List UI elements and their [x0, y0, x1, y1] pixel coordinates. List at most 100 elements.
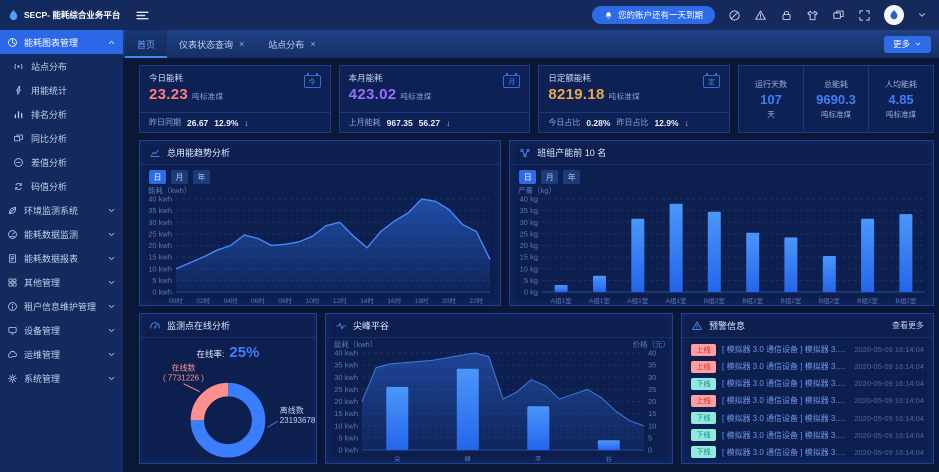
summary-value: 107 [760, 92, 782, 107]
card-header: 预警信息 查看更多 [682, 314, 933, 338]
svg-text:峰: 峰 [465, 454, 472, 463]
alert-row-1[interactable]: 上线[ 模拟器 3.0 通信设备 ] 模拟器 3.0...2020-05-09 … [691, 361, 924, 373]
alert-row-6[interactable]: 下线[ 模拟器 3.0 通信设备 ] 模拟器 3.0...2020-05-09 … [691, 446, 924, 458]
alert-time: 2020-05-09 16:14:04 [854, 362, 924, 371]
sidebar-item-5[interactable]: 租户信息维护管理 [0, 294, 123, 318]
svg-text:20 kg: 20 kg [520, 241, 538, 250]
svg-text:10: 10 [648, 421, 656, 430]
card-title: 班组产能前 10 名 [537, 146, 606, 159]
svg-text:23193678: 23193678 [280, 416, 316, 425]
trend-area-chart: 0 kwh5 kwh10 kwh15 kwh20 kwh25 kwh30 kwh… [140, 184, 500, 305]
account-notice-pill[interactable]: 您的账户还有一天到期 [592, 6, 715, 24]
summary-col-1: 总能耗9690.3吨标准煤 [803, 66, 868, 132]
share-icon [519, 147, 531, 159]
stat-footer: 昨日同期26.6712.9%↓ [140, 112, 330, 132]
tab-label: 首页 [137, 38, 155, 51]
stat-card-0: 今日能耗23.23吨标准煤今昨日同期26.6712.9%↓ [139, 65, 331, 133]
svg-text:15 kg: 15 kg [520, 253, 538, 262]
more-button[interactable]: 更多 [884, 36, 931, 53]
pie-chart-icon [7, 37, 18, 48]
teams-tab-月[interactable]: 月 [541, 170, 558, 184]
site-icon [13, 61, 24, 72]
svg-text:能耗（kwh）: 能耗（kwh） [148, 185, 191, 195]
svg-text:00时: 00时 [169, 296, 183, 305]
sidebar-subitem-0-4[interactable]: 差值分析 [0, 150, 123, 174]
alert-row-4[interactable]: 下线[ 模拟器 3.0 通信设备 ] 模拟器 3.0...2020-05-09 … [691, 412, 924, 424]
sidebar-subitem-0-2[interactable]: 排名分析 [0, 102, 123, 126]
stat-unit: 吨标准煤 [609, 92, 640, 101]
windows-icon[interactable] [832, 9, 845, 22]
svg-text:B组2室: B组2室 [857, 296, 878, 305]
svg-text:10时: 10时 [306, 296, 320, 305]
tab-0[interactable]: 首页 [125, 30, 167, 58]
chevron-down-icon [107, 254, 116, 263]
trend-tab-年[interactable]: 年 [193, 170, 210, 184]
svg-text:16时: 16时 [388, 296, 402, 305]
svg-text:02时: 02时 [196, 296, 210, 305]
svg-text:30 kwh: 30 kwh [148, 218, 172, 227]
view-more-link[interactable]: 查看更多 [892, 320, 924, 331]
sidebar-subitem-0-5[interactable]: 码值分析 [0, 174, 123, 198]
lock-icon[interactable] [780, 9, 793, 22]
alert-row-3[interactable]: 上线[ 模拟器 3.0 通信设备 ] 模拟器 3.0...2020-05-09 … [691, 395, 924, 407]
tab-2[interactable]: 站点分布× [256, 30, 327, 58]
fullscreen-icon[interactable] [858, 9, 871, 22]
chevron-down-icon[interactable] [917, 10, 927, 20]
stat-card-top: 今日能耗23.23吨标准煤今 [140, 66, 330, 112]
tab-close-icon[interactable]: × [310, 39, 315, 49]
sidebar-item-0[interactable]: 能耗图表管理 [0, 30, 123, 54]
alert-row-5[interactable]: 下线[ 模拟器 3.0 通信设备 ] 模拟器 3.0...2020-05-09 … [691, 429, 924, 441]
svg-text:10 kwh: 10 kwh [334, 421, 358, 430]
svg-text:35 kwh: 35 kwh [148, 206, 172, 215]
sidebar-item-2[interactable]: 能耗数据监测 [0, 222, 123, 246]
sidebar-item-1[interactable]: 环境监测系统 [0, 198, 123, 222]
status-badge: 下线 [691, 446, 716, 458]
skin-icon[interactable] [806, 9, 819, 22]
alert-time: 2020-05-09 16:14:04 [854, 345, 924, 354]
arrow-down-icon: ↓ [685, 118, 689, 128]
summary-unit: 天 [767, 109, 775, 120]
teams-tab-日[interactable]: 日 [519, 170, 536, 184]
stat-footer-value: 12.9% [214, 118, 238, 128]
sidebar-item-6[interactable]: 设备管理 [0, 318, 123, 342]
svg-text:15: 15 [648, 409, 656, 418]
sidebar-subitem-0-1[interactable]: 用能统计 [0, 78, 123, 102]
chevron-down-icon [107, 230, 116, 239]
status-badge: 下线 [691, 412, 716, 424]
alert-row-2[interactable]: 下线[ 模拟器 3.0 通信设备 ] 模拟器 3.0...2020-05-09 … [691, 378, 924, 390]
sidebar-subitem-0-0[interactable]: 站点分布 [0, 54, 123, 78]
sidebar-subitem-label: 用能统计 [31, 84, 67, 97]
bottom-row: 监测点在线分析 在线率: 25% 在线数( 7731226 )离线数231936… [139, 313, 934, 464]
app-logo: SECP- 能耗综合业务平台 [0, 0, 123, 30]
warning-icon[interactable] [754, 9, 767, 22]
svg-text:B组2室: B组2室 [742, 296, 763, 305]
svg-text:B组2室: B组2室 [781, 296, 802, 305]
sidebar-item-4[interactable]: 其他管理 [0, 270, 123, 294]
loop-icon [13, 181, 24, 192]
avatar[interactable] [884, 5, 904, 25]
sidebar-item-8[interactable]: 系统管理 [0, 366, 123, 390]
sidebar-subitem-0-3[interactable]: 同比分析 [0, 126, 123, 150]
chevron-down-icon [107, 326, 116, 335]
teams-tab-年[interactable]: 年 [563, 170, 580, 184]
alert-row-0[interactable]: 上线[ 模拟器 3.0 通信设备 ] 模拟器 3.0...2020-05-09 … [691, 344, 924, 356]
trend-chart-card: 总用能趋势分析 日月年 0 kwh5 kwh10 kwh15 kwh20 kwh… [139, 140, 501, 306]
block-icon[interactable] [728, 9, 741, 22]
alert-time: 2020-05-09 16:14:04 [854, 396, 924, 405]
stat-title: 今日能耗 [149, 72, 321, 84]
svg-text:25: 25 [648, 385, 656, 394]
trend-tab-日[interactable]: 日 [149, 170, 166, 184]
tab-1[interactable]: 仪表状态查询× [167, 30, 256, 58]
sidebar-item-label: 其他管理 [24, 276, 60, 289]
tab-close-icon[interactable]: × [239, 39, 244, 49]
hamburger-icon[interactable] [135, 8, 150, 23]
sidebar-item-7[interactable]: 运维管理 [0, 342, 123, 366]
alert-text: [ 模拟器 3.0 通信设备 ] 模拟器 3.0... [722, 395, 848, 406]
svg-text:能耗（kwh）: 能耗（kwh） [334, 339, 377, 349]
card-title: 预警信息 [709, 319, 745, 332]
sidebar-nav: 能耗图表管理站点分布用能统计排名分析同比分析差值分析码值分析环境监测系统能耗数据… [0, 30, 123, 472]
trend-tab-月[interactable]: 月 [171, 170, 188, 184]
dashboard-content: 今日能耗23.23吨标准煤今昨日同期26.6712.9%↓本月能耗423.02吨… [123, 58, 939, 472]
online-rate: 在线率: 25% [140, 338, 316, 361]
sidebar-item-3[interactable]: 能耗数据报表 [0, 246, 123, 270]
